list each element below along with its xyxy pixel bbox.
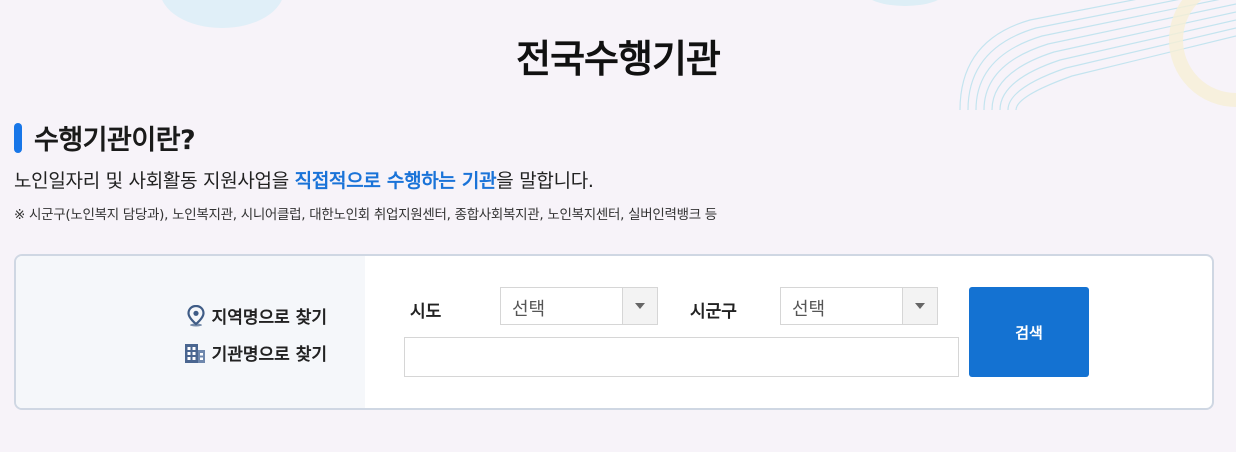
search-panel: 지역명으로 찾기 기관명으로 찾기 시도 선택 시군구 선택 검색: [14, 254, 1214, 410]
sigungu-select-value: 선택: [792, 299, 826, 320]
description-text-end: 을 말합니다.: [496, 170, 594, 192]
section-accent-bar: [14, 122, 22, 153]
search-by-region-label: 지역명으로 찾기: [211, 308, 327, 328]
sigungu-select[interactable]: 선택: [780, 287, 938, 325]
search-by-agency-tab[interactable]: 기관명으로 찾기: [184, 340, 327, 365]
sido-select[interactable]: 선택: [500, 287, 658, 325]
section-description: 노인일자리 및 사회활동 지원사업을 직접적으로 수행하는 기관을 말합니다.: [14, 166, 594, 193]
sigungu-dropdown-toggle[interactable]: [902, 288, 937, 324]
section-title: 수행기관이란?: [34, 125, 196, 156]
description-text-start: 노인일자리 및 사회활동 지원사업을: [14, 170, 295, 192]
agency-types-note: ※ 시군구(노인복지 담당과), 노인복지관, 시니어클럽, 대한노인회 취업지…: [14, 207, 717, 223]
caret-down-icon: [915, 303, 925, 309]
section-heading: 수행기관이란?: [14, 118, 196, 157]
sido-dropdown-toggle[interactable]: [622, 288, 657, 324]
building-icon: [184, 343, 205, 363]
caret-down-icon: [635, 303, 645, 309]
location-pin-icon: [186, 304, 205, 326]
sido-label: 시도: [410, 302, 442, 322]
search-by-region-tab[interactable]: 지역명으로 찾기: [186, 303, 327, 328]
sigungu-label: 시군구: [690, 302, 737, 322]
sido-select-value: 선택: [512, 299, 546, 320]
search-mode-panel: 지역명으로 찾기 기관명으로 찾기: [16, 256, 365, 408]
keyword-search-input[interactable]: [404, 337, 959, 377]
page-title: 전국수행기관: [516, 37, 721, 81]
description-highlight: 직접적으로 수행하는 기관: [294, 170, 497, 192]
search-by-agency-label: 기관명으로 찾기: [211, 345, 327, 365]
search-button[interactable]: 검색: [969, 287, 1089, 377]
